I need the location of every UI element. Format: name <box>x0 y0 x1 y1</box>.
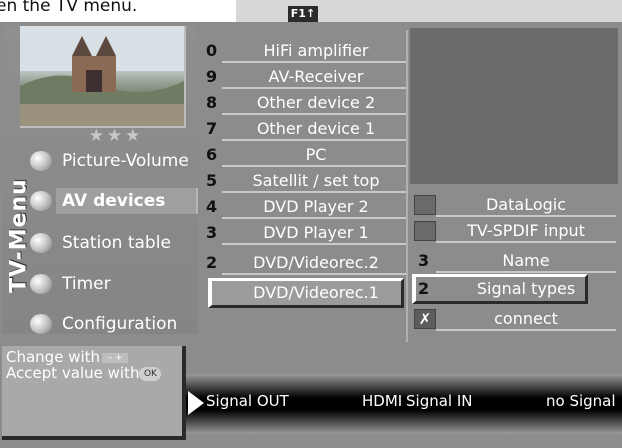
bullet-icon <box>30 233 52 253</box>
device-row-av-receiver[interactable]: 9 AV-Receiver <box>204 64 408 90</box>
caption-text: en the TV menu. <box>0 0 138 16</box>
minus-plus-keys-icon: – + <box>102 352 129 363</box>
device-label: DVD/Videorec.1 <box>253 283 379 302</box>
device-row-dvd-player-1[interactable]: 3 DVD Player 1 <box>204 220 408 246</box>
option-label: Signal types <box>476 279 576 298</box>
row-divider <box>436 329 616 331</box>
option-name[interactable]: 3 Name <box>410 248 618 274</box>
device-number: 8 <box>206 93 218 112</box>
row-divider <box>222 113 406 115</box>
option-tv-spdif-input[interactable]: TV-SPDIF input <box>410 218 618 244</box>
device-number: 9 <box>206 67 218 86</box>
signal-in-value: no Signal <box>546 392 616 410</box>
device-row-satellit-set-top[interactable]: 5 Satellit / set top <box>204 168 408 194</box>
menu-item-label: Picture-Volume <box>62 151 189 171</box>
menu-item-timer[interactable]: Timer <box>30 271 196 297</box>
row-divider <box>436 215 616 217</box>
row-divider <box>436 271 616 273</box>
device-number: 7 <box>206 119 218 138</box>
f1-key-indicator[interactable]: F1↑ <box>288 6 318 22</box>
checked-x-icon[interactable]: ✗ <box>414 309 436 329</box>
menu-item-station-table[interactable]: Station table <box>30 230 196 256</box>
up-arrow-icon: ↑ <box>305 7 316 20</box>
menu-item-label: AV devices <box>62 191 166 211</box>
device-row-pc[interactable]: 6 PC <box>204 142 408 168</box>
rating-stars: ★★★ <box>88 126 144 146</box>
device-number: 2 <box>206 253 218 272</box>
device-preview-area <box>410 28 618 184</box>
option-number: 2 <box>418 279 430 298</box>
menu-item-label: Timer <box>62 274 111 294</box>
row-divider <box>222 61 406 63</box>
device-number: 0 <box>206 41 218 60</box>
row-divider <box>222 217 406 219</box>
option-datalogic[interactable]: DataLogic <box>410 192 618 218</box>
picture-preview-image <box>20 26 186 128</box>
device-row-dvd-player-2[interactable]: 4 DVD Player 2 <box>204 194 408 220</box>
menu-item-av-devices[interactable]: AV devices <box>30 188 198 214</box>
menu-item-configuration[interactable]: Configuration <box>30 311 196 337</box>
device-row-other-device-2[interactable]: 8 Other device 2 <box>204 90 408 116</box>
checkbox[interactable] <box>414 195 436 215</box>
row-divider <box>222 139 406 141</box>
device-number: 6 <box>206 145 218 164</box>
checkbox[interactable] <box>414 221 436 241</box>
row-divider <box>222 273 406 275</box>
ok-button-icon: OK <box>139 366 162 381</box>
signal-in-label: Signal IN <box>406 392 473 410</box>
row-divider <box>222 165 406 167</box>
option-signal-types[interactable]: 2 Signal types <box>410 274 618 304</box>
menu-item-label: Configuration <box>62 314 178 334</box>
menu-item-label: Station table <box>62 233 171 253</box>
play-arrow-icon <box>188 391 204 415</box>
bullet-icon <box>30 314 52 334</box>
row-divider <box>436 241 616 243</box>
signal-out-value: HDMI <box>362 392 403 410</box>
row-divider <box>222 87 406 89</box>
device-row-dvd-videorec-1[interactable]: DVD/Videorec.1 <box>204 278 408 308</box>
tv-menu-title: TV-Menu <box>6 178 32 293</box>
device-row-dvd-videorec-2[interactable]: 2 DVD/Videorec.2 <box>204 250 408 276</box>
device-number: 3 <box>206 223 218 242</box>
bullet-icon <box>30 151 52 171</box>
option-number: 3 <box>418 251 430 270</box>
row-divider <box>222 191 406 193</box>
help-accept-line: Accept value with OK <box>6 364 162 382</box>
signal-out-label: Signal OUT <box>206 392 289 410</box>
device-number: 5 <box>206 171 218 190</box>
device-row-other-device-1[interactable]: 7 Other device 1 <box>204 116 408 142</box>
option-connect[interactable]: ✗ connect <box>410 306 618 332</box>
device-row-hifi-amplifier[interactable]: 0 HiFi amplifier <box>204 38 408 64</box>
bullet-icon <box>30 274 52 294</box>
row-divider <box>222 243 406 245</box>
device-number: 4 <box>206 197 218 216</box>
bullet-icon <box>30 191 52 211</box>
menu-item-picture-volume[interactable]: Picture-Volume <box>30 148 196 174</box>
